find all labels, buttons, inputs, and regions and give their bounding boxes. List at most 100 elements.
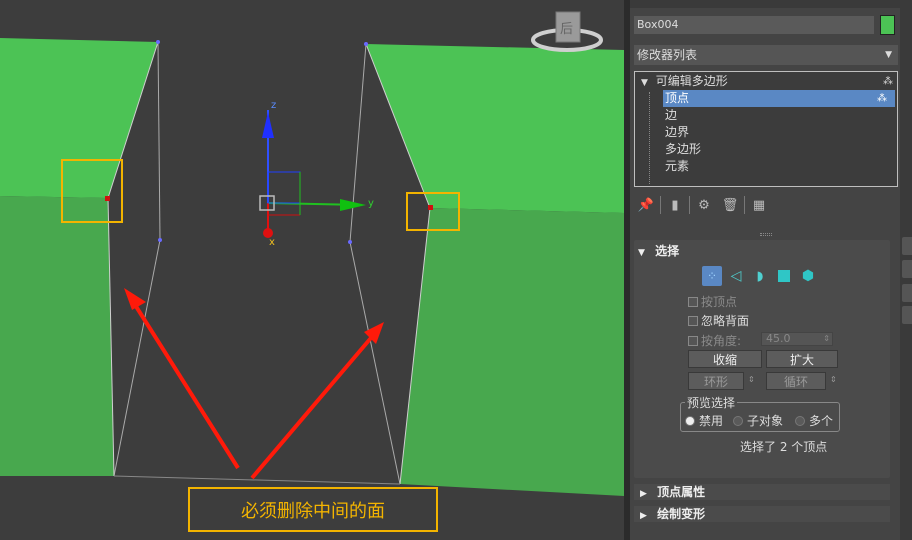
toolbar-separator bbox=[689, 196, 690, 214]
expand-icon[interactable]: ▼ bbox=[641, 78, 648, 88]
border-mode-icon[interactable]: ◗ bbox=[750, 266, 770, 286]
side-tab[interactable] bbox=[902, 260, 912, 278]
viewport-perspective[interactable]: z y x 后 必须删除中间的面 bbox=[0, 0, 624, 540]
gizmo-z-label: z bbox=[271, 100, 276, 111]
show-end-result-icon[interactable]: ▮ bbox=[663, 194, 687, 216]
right-inner-wire bbox=[349, 43, 367, 243]
vertex-point[interactable] bbox=[156, 40, 160, 44]
stack-item-label: 边 bbox=[665, 108, 678, 122]
modifier-list-dropdown[interactable]: 修改器列表 ▼ bbox=[634, 45, 898, 65]
command-panel-tabs[interactable] bbox=[630, 0, 900, 8]
left-box-top-face bbox=[0, 38, 158, 198]
rollout-grip[interactable] bbox=[760, 233, 772, 236]
stack-item-editable-poly[interactable]: ▼ 可编辑多边形 ⁂ bbox=[641, 73, 893, 90]
stack-item-element[interactable]: 元素 bbox=[665, 158, 689, 175]
checkbox-label: 按顶点 bbox=[701, 295, 738, 309]
modifier-stack: ▼ 可编辑多边形 ⁂ 顶点 ⁂ 边 边界 多边形 元素 bbox=[634, 71, 898, 187]
checkbox-box bbox=[688, 315, 698, 326]
stack-item-polygon[interactable]: 多边形 bbox=[665, 141, 701, 158]
checkbox-box bbox=[688, 296, 698, 307]
selection-rollout: ▼ 选择 ⁘ ◁ ◗ ⬢ 按顶点 忽略背面 按角度: 45.0 ⇕ 收缩 扩大 … bbox=[634, 240, 890, 478]
make-unique-icon[interactable]: ⚙ bbox=[692, 194, 716, 216]
grow-button[interactable]: 扩大 bbox=[766, 350, 838, 368]
stack-item-vertex[interactable]: 顶点 ⁂ bbox=[663, 90, 895, 107]
vertex-point[interactable] bbox=[348, 240, 352, 244]
right-box-front-face bbox=[400, 208, 624, 496]
arrow-head-icon bbox=[124, 288, 146, 310]
annotation-callout: 必须删除中间的面 bbox=[188, 487, 438, 532]
by-vertex-checkbox[interactable]: 按顶点 bbox=[688, 293, 737, 310]
preview-multi-radio[interactable]: 多个 bbox=[795, 412, 833, 429]
polygon-mode-icon[interactable] bbox=[774, 266, 794, 286]
stack-item-label: 边界 bbox=[665, 125, 690, 139]
object-name-field[interactable]: Box004 bbox=[634, 16, 874, 34]
checkbox-label: 忽略背面 bbox=[701, 314, 750, 328]
side-tab[interactable] bbox=[902, 237, 912, 255]
stack-item-label: 可编辑多边形 bbox=[655, 74, 728, 88]
ring-button[interactable]: 环形 bbox=[688, 372, 744, 390]
radio-dot bbox=[795, 415, 805, 426]
stack-item-label: 顶点 bbox=[665, 91, 690, 105]
radio-label: 子对象 bbox=[747, 414, 784, 428]
expand-icon: ▶ bbox=[640, 511, 647, 521]
vertex-mode-icon[interactable]: ⁘ bbox=[702, 266, 722, 286]
configure-sets-icon[interactable]: ▦ bbox=[747, 194, 771, 216]
element-mode-icon[interactable]: ⬢ bbox=[798, 266, 818, 286]
selection-rollout-header[interactable]: ▼ 选择 bbox=[638, 242, 893, 260]
spinner-arrows-icon[interactable]: ⇕ bbox=[823, 333, 830, 345]
checkbox-label: 按角度: bbox=[701, 334, 742, 348]
rollout-title: 绘制变形 bbox=[657, 507, 706, 521]
preview-disabled-radio[interactable]: 禁用 bbox=[685, 412, 723, 429]
vertex-mode-icon: ⁂ bbox=[877, 93, 887, 104]
stack-item-border[interactable]: 边界 bbox=[665, 124, 689, 141]
preview-subobject-radio[interactable]: 子对象 bbox=[733, 412, 783, 429]
trash-icon[interactable]: 🗑 bbox=[718, 194, 742, 216]
vertex-properties-rollout[interactable]: ▶ 顶点属性 bbox=[634, 484, 890, 500]
vertex-selected[interactable] bbox=[428, 205, 433, 210]
radio-dot bbox=[733, 415, 743, 426]
stack-toolbar: 📌 ▮ ⚙ 🗑 ▦ bbox=[634, 194, 771, 216]
app-root: z y x 后 必须删除中间的面 Box004 修改器列表 ▼ ▼ 可编辑多边形… bbox=[0, 0, 912, 540]
loop-spinner-arrows-icon[interactable]: ⇕ bbox=[830, 375, 837, 384]
angle-value: 45.0 bbox=[766, 332, 791, 345]
shrink-button[interactable]: 收缩 bbox=[688, 350, 762, 368]
preview-selection-label: 预览选择 bbox=[685, 394, 738, 411]
radio-label: 禁用 bbox=[699, 414, 724, 428]
angle-spinner[interactable]: 45.0 ⇕ bbox=[761, 332, 833, 346]
rollout-title: 选择 bbox=[655, 244, 680, 258]
radio-dot bbox=[685, 415, 695, 426]
vertex-point[interactable] bbox=[158, 238, 162, 242]
annotation-arrow bbox=[130, 298, 240, 470]
ignore-backfacing-checkbox[interactable]: 忽略背面 bbox=[688, 312, 749, 329]
pin-stack-icon[interactable]: 📌 bbox=[634, 194, 658, 216]
ring-spinner-arrows-icon[interactable]: ⇕ bbox=[748, 375, 755, 384]
gizmo-z-arrow-icon bbox=[262, 112, 274, 138]
stack-item-label: 多边形 bbox=[665, 142, 702, 156]
gizmo-y-label: y bbox=[368, 198, 374, 209]
stack-item-edge[interactable]: 边 bbox=[665, 107, 677, 124]
subobject-mode-icons: ⁘ ◁ ◗ ⬢ bbox=[702, 266, 818, 286]
edge-mode-icon[interactable]: ◁ bbox=[726, 266, 746, 286]
loop-button[interactable]: 循环 bbox=[766, 372, 826, 390]
object-color-swatch[interactable] bbox=[880, 15, 895, 35]
checkbox-box bbox=[688, 335, 698, 346]
annotation-arrow bbox=[250, 330, 378, 480]
gizmo-plane-yz[interactable] bbox=[267, 171, 301, 204]
left-box-front-face bbox=[0, 196, 114, 476]
rollout-title: 顶点属性 bbox=[657, 485, 706, 499]
stack-tree-line bbox=[649, 92, 650, 184]
side-tab[interactable] bbox=[902, 284, 912, 302]
expand-icon: ▶ bbox=[640, 489, 647, 499]
paint-deformation-rollout[interactable]: ▶ 绘制变形 bbox=[634, 506, 890, 522]
toolbar-separator bbox=[744, 196, 745, 214]
modifier-list-label: 修改器列表 bbox=[637, 48, 698, 62]
chevron-down-icon: ▼ bbox=[885, 50, 892, 60]
right-box-top-face bbox=[366, 44, 624, 213]
vertex-point[interactable] bbox=[364, 42, 368, 46]
side-tab[interactable] bbox=[902, 306, 912, 324]
radio-label: 多个 bbox=[809, 414, 834, 428]
right-inner-wire bbox=[349, 241, 401, 485]
vertex-selected[interactable] bbox=[105, 196, 110, 201]
by-angle-checkbox[interactable]: 按角度: bbox=[688, 332, 741, 349]
bottom-wire bbox=[113, 475, 401, 485]
